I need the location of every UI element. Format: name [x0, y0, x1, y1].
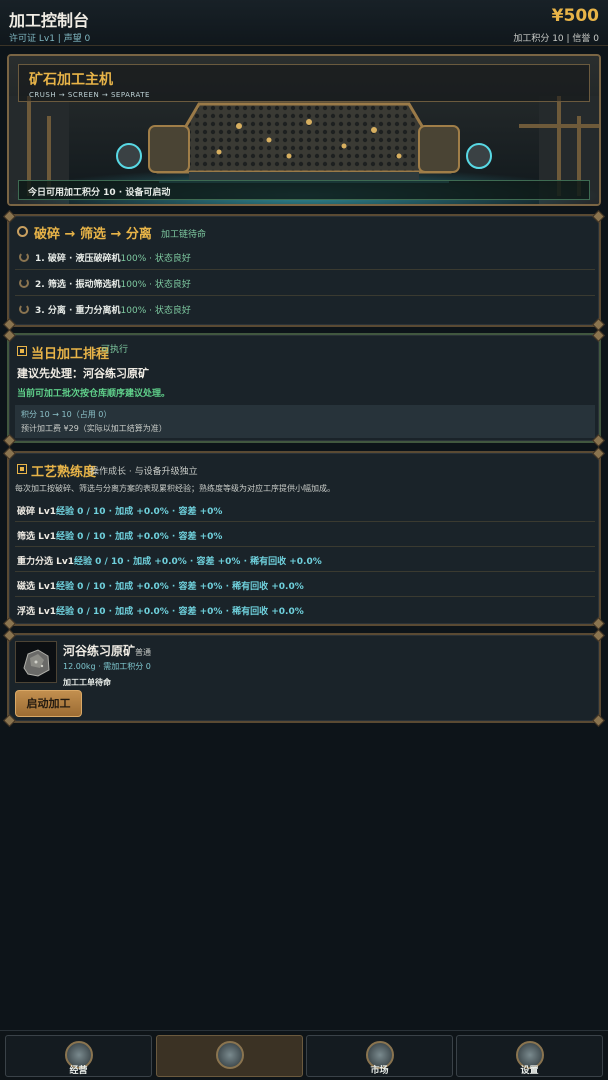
skill-value: 经验 0 / 10 · 加成 +0.0% · 容差 +0% · 稀有回收 +0.… — [56, 607, 304, 617]
bottom-nav: 经营 市场 设置 — [0, 1030, 608, 1080]
step-label: 1. 破碎 · 液压破碎机 — [35, 254, 121, 264]
schedule-title: 当日加工排程 — [31, 347, 110, 362]
chain-step[interactable]: 3. 分离 · 重力分离机100% · 状态良好 — [15, 296, 595, 322]
nav-business[interactable]: 经营 — [5, 1035, 152, 1077]
step-status: 100% · 状态良好 — [120, 254, 191, 264]
gear-icon — [19, 252, 29, 262]
chain-step[interactable]: 2. 筛选 · 振动筛选机100% · 状态良好 — [15, 270, 595, 296]
ore-card: 河谷练习原矿普通 12.00kg · 需加工积分 0 加工工单待命 启动加工 — [3, 629, 605, 727]
suggestion-text: 建议先处理：河谷练习原矿 — [17, 367, 149, 380]
ore-grade: 普通 — [135, 648, 152, 657]
checkbox-icon — [17, 464, 27, 474]
skill-value: 经验 0 / 10 · 加成 +0.0% · 容差 +0% — [56, 532, 223, 542]
skill-row: 磁选 Lv1经验 0 / 10 · 加成 +0.0% · 容差 +0% · 稀有… — [15, 572, 595, 597]
skill-proficiency-panel: 工艺熟练度 操作成长 · 与设备升级独立 每次加工按破碎、筛选与分离方案的表现累… — [3, 447, 605, 630]
processing-icon — [216, 1041, 244, 1069]
machine-subtitle: CRUSH → SCREEN → SEPARATE — [29, 91, 150, 99]
ore-name-text: 河谷练习原矿 — [63, 644, 136, 658]
skill-row: 破碎 Lv1经验 0 / 10 · 加成 +0.0% · 容差 +0% — [15, 497, 595, 522]
license-info: 许可证 Lv1 | 声望 0 — [9, 34, 91, 44]
skill-value: 经验 0 / 10 · 加成 +0.0% · 容差 +0% — [56, 507, 223, 517]
skill-row: 浮选 Lv1经验 0 / 10 · 加成 +0.0% · 容差 +0% · 稀有… — [15, 597, 595, 622]
gear-icon — [17, 226, 28, 237]
skill-tag: 操作成长 · 与设备升级独立 — [90, 467, 198, 477]
money-balance: ¥500 — [551, 6, 599, 26]
ore-status: 加工工单待命 — [63, 678, 111, 687]
machine-title-box: 矿石加工主机 CRUSH → SCREEN → SEPARATE — [18, 64, 590, 102]
nav-market[interactable]: 市场 — [306, 1035, 453, 1077]
skill-row: 筛选 Lv1经验 0 / 10 · 加成 +0.0% · 容差 +0% — [15, 522, 595, 547]
step-label: 3. 分离 · 重力分离机 — [35, 306, 121, 316]
skill-value: 经验 0 / 10 · 加成 +0.0% · 容差 +0% · 稀有回收 +0.… — [74, 557, 322, 567]
machine-hero-panel: 矿石加工主机 CRUSH → SCREEN → SEPARATE 今日可用加工积… — [7, 54, 601, 206]
ore-info: 12.00kg · 需加工积分 0 — [63, 662, 151, 671]
skill-description: 每次加工按破碎、筛选与分离方案的表现累积经验；熟练度等级为对应工序提供小幅加成。 — [15, 484, 335, 493]
nav-label: 设置 — [520, 1066, 539, 1076]
schedule-tag: 可执行 — [101, 345, 129, 355]
chain-tag: 加工链待命 — [161, 230, 207, 240]
nav-label: 经营 — [69, 1066, 88, 1076]
skill-name: 磁选 Lv1 — [17, 582, 56, 592]
skill-row: 重力分选 Lv1经验 0 / 10 · 加成 +0.0% · 容差 +0% · … — [15, 547, 595, 572]
page-title: 加工控制台 — [9, 11, 90, 30]
checkbox-icon — [17, 346, 27, 356]
skill-name: 重力分选 Lv1 — [17, 557, 74, 567]
gear-icon — [19, 278, 29, 288]
machine-status: 今日可用加工积分 10 · 设备可启动 — [18, 180, 590, 200]
points-info: 加工积分 10 | 信誉 0 — [513, 34, 599, 44]
nav-processing[interactable] — [156, 1035, 303, 1077]
top-header: 加工控制台 许可证 Lv1 | 声望 0 ¥500 加工积分 10 | 信誉 0 — [0, 0, 608, 46]
ore-name: 河谷练习原矿普通 — [63, 642, 151, 659]
suggestion-note: 当前可加工批次按仓库顺序建议处理。 — [17, 389, 171, 399]
skill-name: 浮选 Lv1 — [17, 607, 56, 617]
chain-title: 破碎 → 筛选 → 分离 — [34, 227, 152, 242]
step-status: 100% · 状态良好 — [120, 306, 191, 316]
nav-label: 市场 — [370, 1066, 389, 1076]
nav-settings[interactable]: 设置 — [456, 1035, 603, 1077]
step-label: 2. 筛选 · 振动筛选机 — [35, 280, 121, 290]
points-usage: 积分 10 → 10（占用 0） — [21, 410, 112, 419]
estimated-fee: 预计加工费 ¥29（实际以加工结算为准） — [21, 424, 167, 433]
skill-name: 筛选 Lv1 — [17, 532, 56, 542]
schedule-summary: 积分 10 → 10（占用 0） 预计加工费 ¥29（实际以加工结算为准） — [15, 405, 595, 438]
ore-thumbnail — [15, 641, 57, 683]
ore-rock-icon — [23, 649, 50, 677]
start-processing-button[interactable]: 启动加工 — [15, 690, 82, 717]
skill-value: 经验 0 / 10 · 加成 +0.0% · 容差 +0% · 稀有回收 +0.… — [56, 582, 304, 592]
daily-schedule-panel: 当日加工排程 可执行 建议先处理：河谷练习原矿 当前可加工批次按仓库顺序建议处理… — [3, 329, 605, 447]
processing-chain-panel: 破碎 → 筛选 → 分离 加工链待命 1. 破碎 · 液压破碎机100% · 状… — [3, 210, 605, 331]
step-status: 100% · 状态良好 — [120, 280, 191, 290]
chain-step[interactable]: 1. 破碎 · 液压破碎机100% · 状态良好 — [15, 244, 595, 270]
skill-name: 破碎 Lv1 — [17, 507, 56, 517]
skill-title: 工艺熟练度 — [31, 465, 97, 480]
gear-icon — [19, 304, 29, 314]
machine-title: 矿石加工主机 — [29, 72, 113, 88]
